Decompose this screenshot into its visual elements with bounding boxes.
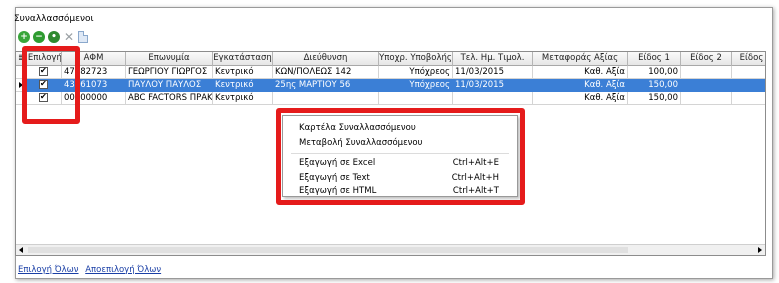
column-header-select[interactable]: ≣ Επιλογή	[16, 52, 62, 66]
grid-header: ≣ Επιλογή ΑΦΜ Επωνυμία Εγκατάσταση Διεύθ…	[16, 52, 765, 66]
table-row[interactable]: 00000000 ABC FACTORS ΠΡΑΚΤ Κεντρικό Καθ.…	[16, 92, 765, 105]
item1-cell: 100,00	[628, 66, 681, 79]
menu-item-label: Μεταβολή Συναλλασσόμενου	[299, 138, 423, 148]
name-cell: ΠΑΥΛΟΥ ΠΑΥΛΟΣ	[126, 79, 213, 92]
select-all-link[interactable]: Επιλογή Όλων	[18, 265, 79, 275]
address-cell	[273, 92, 379, 105]
item1-cell: 150,00	[628, 79, 681, 92]
column-header-address[interactable]: Διεύθυνση	[273, 52, 379, 66]
menu-item-shortcut: Ctrl+Alt+H	[451, 173, 499, 183]
item3-cell	[732, 66, 765, 79]
table-row[interactable]: 47082723 ΓΕΩΡΓΙΟΥ ΓΙΩΡΓΟΣ Κεντρικό ΚΩΝ/Π…	[16, 66, 765, 79]
item1-cell: 150,00	[628, 92, 681, 105]
column-header-afm[interactable]: ΑΦΜ	[62, 52, 126, 66]
menu-item-label: Εξαγωγή σε Excel	[299, 158, 376, 168]
item3-cell	[732, 79, 765, 92]
menu-item-export-html[interactable]: Εξαγωγή σε HTML Ctrl+Alt+T	[299, 184, 499, 198]
select-cell[interactable]	[26, 92, 62, 105]
column-menu-icon[interactable]: ≣	[18, 53, 25, 63]
column-header-name[interactable]: Επωνυμία	[126, 52, 213, 66]
address-cell: ΚΩΝ/ΠΟΛΕΩΣ 142	[273, 66, 379, 79]
afm-cell: 47082723	[62, 66, 126, 79]
date-cell: 11/03/2015	[453, 79, 533, 92]
row-checkbox[interactable]	[39, 92, 48, 103]
branch-cell: Κεντρικό	[213, 92, 273, 105]
name-cell: ΓΕΩΡΓΙΟΥ ΓΙΩΡΓΟΣ	[126, 66, 213, 79]
select-cell[interactable]	[26, 66, 62, 79]
menu-item-label: Εξαγωγή σε HTML	[299, 186, 377, 196]
item2-cell	[681, 79, 732, 92]
item3-cell	[732, 92, 765, 105]
date-cell: 11/03/2015	[453, 66, 533, 79]
row-indicator	[16, 66, 26, 79]
menu-item-customer-card[interactable]: Καρτέλα Συναλλασσόμενου	[299, 121, 499, 135]
transfer-cell: Καθ. Αξία	[533, 79, 628, 92]
add-icon[interactable]: +	[18, 31, 30, 43]
obligation-cell: Υπόχρεος	[379, 79, 453, 92]
obligation-cell: Υπόχρεος	[379, 66, 453, 79]
table-row[interactable]: 43561073 ΠΑΥΛΟΥ ΠΑΥΛΟΣ Κεντρικό 25ης ΜΑΡ…	[16, 79, 765, 92]
current-row-arrow-icon	[16, 79, 26, 92]
scroll-right-icon[interactable]	[758, 247, 762, 253]
address-cell: 25ης ΜΑΡΤΙΟΥ 56	[273, 79, 379, 92]
scrollbar-thumb[interactable]	[28, 247, 628, 253]
document-icon[interactable]	[78, 31, 88, 43]
column-header-item1[interactable]: Είδος 1	[628, 52, 681, 66]
branch-cell: Κεντρικό	[213, 66, 273, 79]
column-header-item3[interactable]: Είδος	[732, 52, 765, 66]
toolbar: + − • ✕	[18, 30, 88, 44]
afm-cell: 43561073	[62, 79, 126, 92]
column-header-obligation[interactable]: Υποχρ. Υποβολής	[379, 52, 453, 66]
menu-item-label: Καρτέλα Συναλλασσόμενου	[299, 123, 416, 133]
menu-item-export-text[interactable]: Εξαγωγή σε Text Ctrl+Alt+H	[299, 171, 499, 185]
menu-item-export-excel[interactable]: Εξαγωγή σε Excel Ctrl+Alt+E	[299, 156, 499, 170]
horizontal-scrollbar[interactable]	[16, 244, 765, 255]
menu-item-label: Εξαγωγή σε Text	[299, 173, 370, 183]
footer-links: Επιλογή Όλων Αποεπιλογή Όλων	[18, 265, 165, 275]
row-checkbox[interactable]	[39, 79, 48, 90]
date-cell	[453, 92, 533, 105]
scroll-left-icon[interactable]	[19, 247, 23, 253]
menu-separator	[291, 153, 509, 154]
deselect-all-link[interactable]: Αποεπιλογή Όλων	[85, 265, 161, 275]
column-header-date[interactable]: Τελ. Ημ. Τιμολ.	[453, 52, 533, 66]
transfer-cell: Καθ. Αξία	[533, 92, 628, 105]
column-header-item2[interactable]: Είδος 2	[681, 52, 732, 66]
remove-icon[interactable]: −	[33, 31, 45, 43]
row-checkbox[interactable]	[39, 66, 48, 77]
menu-item-edit-customer[interactable]: Μεταβολή Συναλλασσόμενου	[299, 136, 499, 150]
afm-cell: 00000000	[62, 92, 126, 105]
context-menu: Καρτέλα Συναλλασσόμενου Μεταβολή Συναλλα…	[282, 115, 518, 197]
delete-icon[interactable]: ✕	[63, 30, 75, 44]
item2-cell	[681, 66, 732, 79]
column-header-transfer[interactable]: Μεταφοράς Αξίας	[533, 52, 628, 66]
item2-cell	[681, 92, 732, 105]
edit-icon[interactable]: •	[48, 31, 60, 43]
obligation-cell	[379, 92, 453, 105]
column-header-branch[interactable]: Εγκατάσταση	[213, 52, 273, 66]
select-cell[interactable]	[26, 79, 62, 92]
row-indicator	[16, 92, 26, 105]
name-cell: ABC FACTORS ΠΡΑΚΤ	[126, 92, 213, 105]
branch-cell: Κεντρικό	[213, 79, 273, 92]
menu-item-shortcut: Ctrl+Alt+E	[452, 158, 499, 168]
panel-title: Συναλλασσόμενοι	[14, 14, 94, 24]
transfer-cell: Καθ. Αξία	[533, 66, 628, 79]
menu-item-shortcut: Ctrl+Alt+T	[452, 186, 499, 196]
